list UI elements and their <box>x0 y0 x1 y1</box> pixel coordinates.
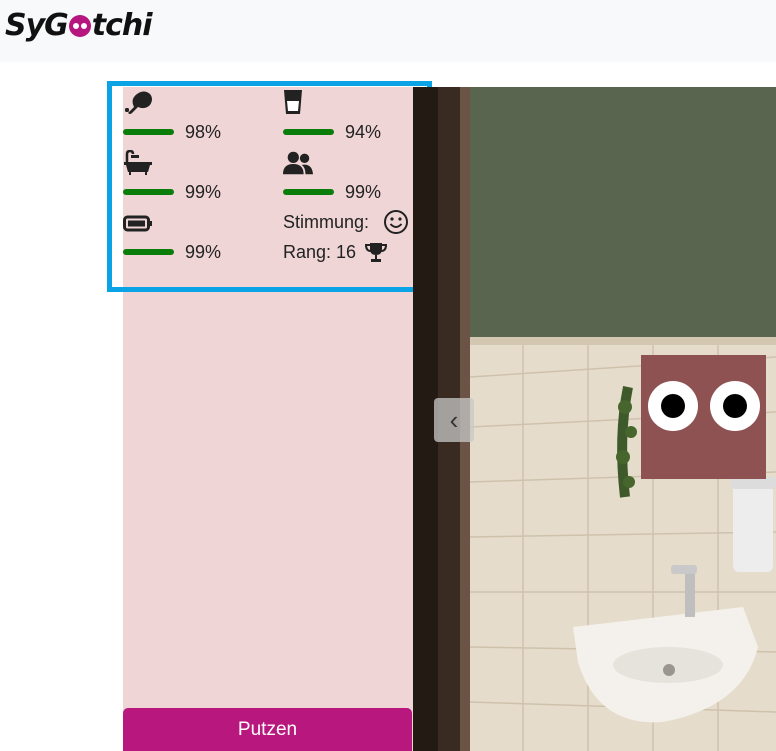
mood-label: Stimmung: <box>283 212 370 232</box>
energy-bar <box>123 249 174 255</box>
hunger-bar <box>123 129 174 135</box>
thirst-bar <box>283 129 334 135</box>
logo-text-end: tchi <box>91 7 153 43</box>
navbar: SyG tchi <box>0 0 776 62</box>
thirst-percent: 94% <box>345 122 382 142</box>
energy-percent: 99% <box>185 242 222 262</box>
glass-icon <box>284 90 302 114</box>
social-percent: 99% <box>345 182 382 202</box>
creature-left-eye <box>648 381 698 431</box>
carousel-prev-button[interactable]: ‹ <box>434 398 474 442</box>
drumstick-icon <box>125 91 152 114</box>
creature-right-eye <box>710 381 760 431</box>
creature-right-pupil <box>723 394 747 418</box>
clean-button[interactable]: Putzen <box>123 708 412 751</box>
logo[interactable]: SyG tchi <box>5 4 153 46</box>
hygiene-bar <box>123 189 174 195</box>
smile-icon <box>384 210 408 234</box>
hunger-percent: 98% <box>185 122 222 142</box>
battery-icon <box>123 215 152 232</box>
rank-label: Rang: 16 <box>283 242 357 262</box>
bath-icon <box>124 150 152 175</box>
creature-left-pupil <box>661 394 685 418</box>
hygiene-percent: 99% <box>185 182 222 202</box>
users-icon <box>283 151 313 175</box>
logo-text-start: SyG <box>5 7 69 43</box>
trophy-icon <box>365 243 387 262</box>
social-bar <box>283 189 334 195</box>
sygotchi-creature[interactable] <box>641 355 766 479</box>
logo-egg-icon <box>68 15 91 37</box>
